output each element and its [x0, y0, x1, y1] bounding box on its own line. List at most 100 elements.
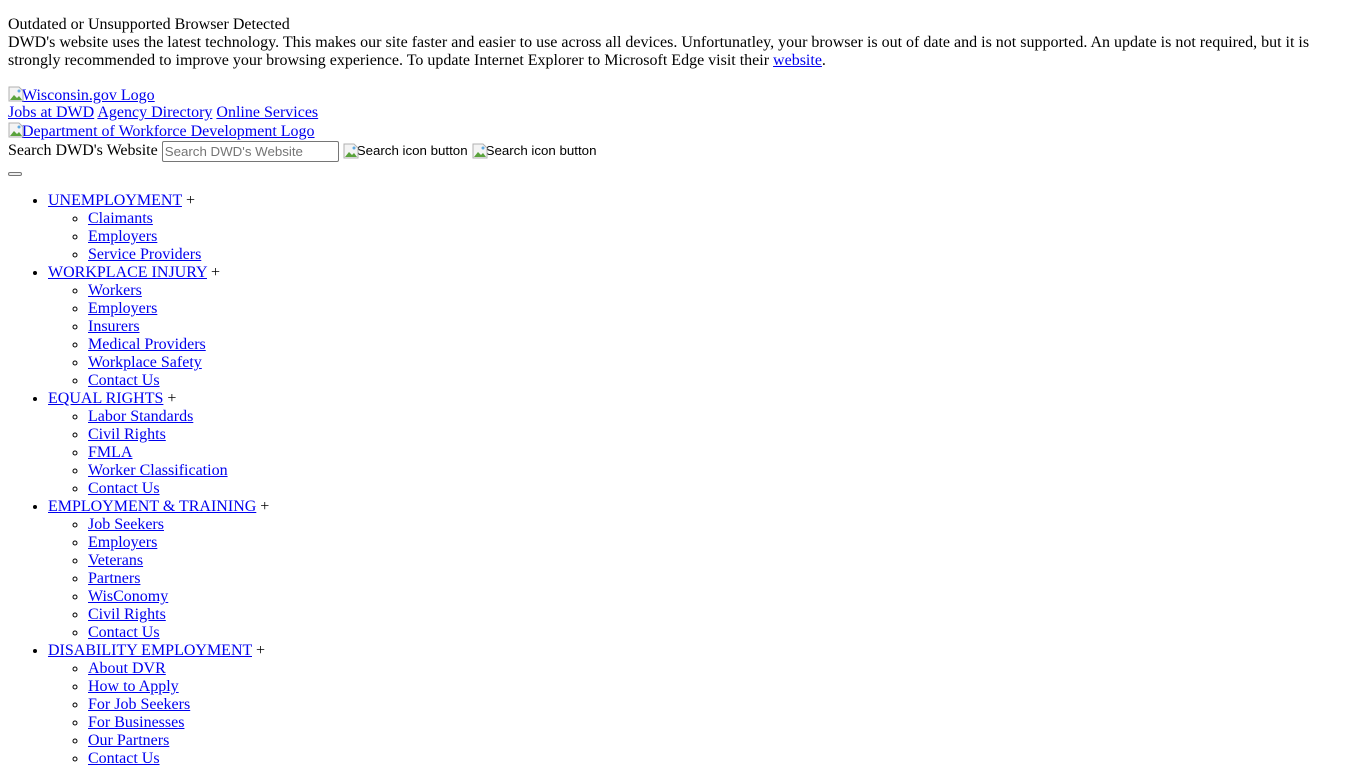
- search-icon: [343, 143, 359, 159]
- nav-submenu-item: Insurers: [88, 318, 1358, 336]
- main-nav: UNEMPLOYMENT +ClaimantsEmployersService …: [8, 192, 1358, 768]
- utility-links: Jobs at DWD Agency Directory Online Serv…: [8, 104, 1358, 122]
- nav-section-link[interactable]: UNEMPLOYMENT: [48, 192, 182, 209]
- dwd-logo-link[interactable]: Department of Workforce Development Logo: [8, 122, 315, 140]
- nav-submenu-item: Our Partners: [88, 732, 1358, 750]
- broken-image-icon: [8, 122, 24, 138]
- nav-submenu-link[interactable]: FMLA: [88, 444, 132, 461]
- nav-submenu-item: Employers: [88, 228, 1358, 246]
- browser-notice-title: Outdated or Unsupported Browser Detected: [8, 16, 290, 33]
- nav-submenu-link[interactable]: For Businesses: [88, 714, 184, 731]
- browser-notice-body: DWD's website uses the latest technology…: [8, 34, 1310, 69]
- broken-image-icon: [8, 86, 24, 102]
- nav-submenu-item: Employers: [88, 534, 1358, 552]
- nav-submenu-link[interactable]: Medical Providers: [88, 336, 206, 353]
- nav-submenu-item: Contact Us: [88, 624, 1358, 642]
- search-button-alt: Search icon button: [485, 143, 597, 158]
- nav-submenu-link[interactable]: Workers: [88, 282, 142, 299]
- search-icon: [472, 143, 488, 159]
- expand-plus-icon[interactable]: +: [256, 642, 265, 659]
- nav-submenu-link[interactable]: Employers: [88, 300, 157, 317]
- nav-submenu-item: Worker Classification: [88, 462, 1358, 480]
- dwd-logo-row: Department of Workforce Development Logo: [8, 122, 1358, 140]
- nav-submenu-link[interactable]: Insurers: [88, 318, 140, 335]
- nav-submenu-link[interactable]: WisConomy: [88, 588, 168, 605]
- nav-submenu-link[interactable]: Civil Rights: [88, 426, 166, 443]
- nav-submenu: Labor StandardsCivil RightsFMLAWorker Cl…: [48, 408, 1358, 498]
- nav-submenu-item: Civil Rights: [88, 426, 1358, 444]
- nav-submenu-link[interactable]: Contact Us: [88, 372, 160, 389]
- wisconsin-logo-alt: Wisconsin.gov Logo: [22, 87, 155, 104]
- nav-submenu-item: Workers: [88, 282, 1358, 300]
- nav-section: EQUAL RIGHTS +Labor StandardsCivil Right…: [48, 390, 1358, 498]
- nav-section: EMPLOYMENT & TRAINING +Job SeekersEmploy…: [48, 498, 1358, 642]
- online-services-link[interactable]: Online Services: [216, 104, 318, 121]
- nav-section: DISABILITY EMPLOYMENT +About DVRHow to A…: [48, 642, 1358, 768]
- nav-submenu-link[interactable]: About DVR: [88, 660, 166, 677]
- nav-submenu-item: WisConomy: [88, 588, 1358, 606]
- nav-submenu-link[interactable]: Civil Rights: [88, 606, 166, 623]
- nav-submenu-item: Labor Standards: [88, 408, 1358, 426]
- nav-submenu-item: Employers: [88, 300, 1358, 318]
- nav-submenu-link[interactable]: Contact Us: [88, 750, 160, 767]
- nav-section-link[interactable]: EQUAL RIGHTS: [48, 390, 163, 407]
- nav-section-link[interactable]: EMPLOYMENT & TRAINING: [48, 498, 256, 515]
- site-search: Search DWD's Website Search icon button …: [8, 140, 1358, 162]
- nav-submenu-link[interactable]: How to Apply: [88, 678, 179, 695]
- search-button[interactable]: Search icon button: [343, 142, 468, 160]
- nav-submenu-item: Claimants: [88, 210, 1358, 228]
- nav-submenu-item: Veterans: [88, 552, 1358, 570]
- nav-submenu-link[interactable]: Workplace Safety: [88, 354, 202, 371]
- edge-website-link[interactable]: website: [773, 52, 822, 69]
- nav-submenu-item: Job Seekers: [88, 516, 1358, 534]
- nav-submenu-item: Contact Us: [88, 480, 1358, 498]
- nav-submenu-link[interactable]: Employers: [88, 534, 157, 551]
- browser-notice-end: .: [821, 52, 826, 69]
- nav-submenu-item: Contact Us: [88, 372, 1358, 390]
- nav-submenu-item: Service Providers: [88, 246, 1358, 264]
- nav-submenu-item: About DVR: [88, 660, 1358, 678]
- search-button-alt: Search icon button: [356, 143, 468, 158]
- wisconsin-logo-row: Wisconsin.gov Logo: [8, 86, 1358, 104]
- nav-section-link[interactable]: DISABILITY EMPLOYMENT: [48, 642, 252, 659]
- browser-notice: Outdated or Unsupported Browser Detected…: [8, 16, 1358, 70]
- nav-submenu-link[interactable]: Our Partners: [88, 732, 169, 749]
- nav-submenu-link[interactable]: Job Seekers: [88, 516, 164, 533]
- menu-toggle-button[interactable]: [8, 172, 22, 176]
- nav-submenu-item: For Job Seekers: [88, 696, 1358, 714]
- wisconsin-logo-link[interactable]: Wisconsin.gov Logo: [8, 86, 155, 104]
- nav-submenu-link[interactable]: Partners: [88, 570, 140, 587]
- search-button-mobile[interactable]: Search icon button: [472, 142, 597, 160]
- nav-submenu-link[interactable]: For Job Seekers: [88, 696, 190, 713]
- expand-plus-icon[interactable]: +: [211, 264, 220, 281]
- expand-plus-icon[interactable]: +: [167, 390, 176, 407]
- search-input[interactable]: [161, 140, 339, 162]
- nav-section: WORKPLACE INJURY +WorkersEmployersInsure…: [48, 264, 1358, 390]
- nav-submenu-item: Medical Providers: [88, 336, 1358, 354]
- nav-submenu-item: Contact Us: [88, 750, 1358, 768]
- nav-submenu-item: Partners: [88, 570, 1358, 588]
- expand-plus-icon[interactable]: +: [186, 192, 195, 209]
- nav-submenu-link[interactable]: Veterans: [88, 552, 143, 569]
- nav-submenu-link[interactable]: Claimants: [88, 210, 153, 227]
- nav-submenu: WorkersEmployersInsurersMedical Provider…: [48, 282, 1358, 390]
- nav-submenu: Job SeekersEmployersVeteransPartnersWisC…: [48, 516, 1358, 642]
- agency-directory-link[interactable]: Agency Directory: [97, 104, 212, 121]
- nav-submenu-link[interactable]: Service Providers: [88, 246, 201, 263]
- nav-submenu-link[interactable]: Labor Standards: [88, 408, 193, 425]
- nav-submenu-link[interactable]: Contact Us: [88, 624, 160, 641]
- nav-submenu: About DVRHow to ApplyFor Job SeekersFor …: [48, 660, 1358, 768]
- nav-submenu-link[interactable]: Worker Classification: [88, 462, 228, 479]
- nav-section-link[interactable]: WORKPLACE INJURY: [48, 264, 207, 281]
- jobs-at-dwd-link[interactable]: Jobs at DWD: [8, 104, 94, 121]
- nav-submenu-item: FMLA: [88, 444, 1358, 462]
- search-label: Search DWD's Website: [8, 142, 158, 159]
- nav-submenu-item: How to Apply: [88, 678, 1358, 696]
- nav-submenu-item: For Businesses: [88, 714, 1358, 732]
- nav-submenu-link[interactable]: Contact Us: [88, 480, 160, 497]
- dwd-logo-alt: Department of Workforce Development Logo: [22, 123, 315, 140]
- expand-plus-icon[interactable]: +: [260, 498, 269, 515]
- nav-submenu-item: Civil Rights: [88, 606, 1358, 624]
- nav-submenu-link[interactable]: Employers: [88, 228, 157, 245]
